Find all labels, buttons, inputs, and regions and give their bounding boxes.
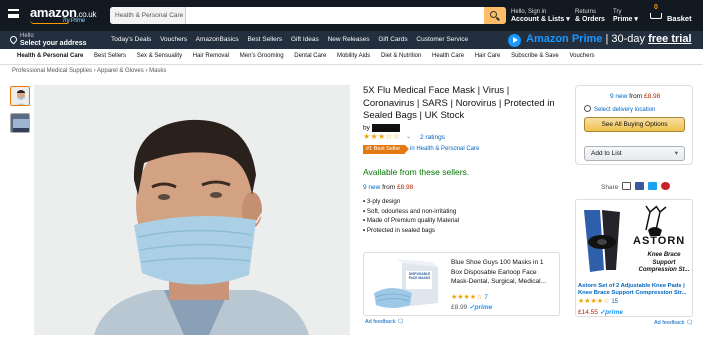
see-all-buying-options-button[interactable]: See All Buying Options (584, 117, 685, 132)
bullet-item: Soft, odourless and non-irritating (363, 207, 459, 217)
sponsored-product-image[interactable]: DISPOSABLE FACE MASKS (372, 259, 442, 311)
nav-link[interactable]: Best Sellers (247, 36, 282, 43)
thumbnail-image[interactable] (10, 86, 30, 106)
sponsored-star-rating[interactable]: ★★★★☆ 7 (451, 293, 488, 301)
nav-link[interactable]: Today's Deals (111, 36, 151, 43)
delivery-location-link[interactable]: Select delivery location (584, 105, 655, 113)
sponsored-price: £8.99 ✓prime (451, 304, 493, 311)
amazon-smile-icon (30, 20, 70, 24)
availability-link[interactable]: Available from these sellers. (363, 167, 469, 177)
category-link[interactable]: Vouchers (569, 53, 594, 59)
chevron-down-icon: ▾ (674, 150, 678, 157)
category-link[interactable]: Health & Personal Care (17, 53, 83, 59)
category-link[interactable]: Hair Removal (193, 53, 229, 59)
nav-links: Today's Deals Vouchers AmazonBasics Best… (111, 36, 475, 43)
man-wearing-mask-image (34, 85, 350, 335)
category-link[interactable]: Men's Grooming (240, 53, 284, 59)
email-icon[interactable] (622, 182, 632, 190)
ad-feedback-link[interactable]: Ad feedback 🗨 (365, 319, 404, 325)
nav-link[interactable]: Vouchers (160, 36, 187, 43)
ad-feedback-link[interactable]: Ad feedback 🗨 (654, 320, 693, 326)
buy-box: 9 new from £8.98 Select delivery locatio… (575, 85, 693, 165)
share-label: Share (601, 184, 619, 191)
cart-count: 0 (654, 4, 658, 11)
category-link[interactable]: Hair Care (475, 53, 501, 59)
twitter-icon[interactable] (647, 182, 657, 190)
ratings-link[interactable]: 2 ratings (420, 134, 445, 141)
account-lists[interactable]: Hello, Sign in Account & Lists ▾ (511, 8, 570, 24)
search-category-select[interactable]: Health & Personal Care ▾ (110, 7, 186, 24)
breadcrumb[interactable]: Professional Medical Supplies › Apparel … (12, 68, 166, 74)
search-icon (490, 11, 497, 18)
prime-trial-banner[interactable]: Amazon Prime | 30-day free trial (506, 31, 703, 49)
search-bar: Health & Personal Care ▾ (110, 7, 506, 24)
play-icon (508, 34, 521, 47)
sub-navbar: Hello Select your address Today's Deals … (0, 31, 703, 49)
nav-link[interactable]: New Releases (328, 36, 370, 43)
nav-link[interactable]: AmazonBasics (196, 36, 239, 43)
hamburger-menu-icon[interactable] (8, 9, 19, 18)
category-link[interactable]: Dental Care (294, 53, 326, 59)
new-offers[interactable]: 9 new from £8.98 (363, 184, 413, 191)
search-input[interactable] (188, 7, 480, 24)
nav-link[interactable]: Customer Service (416, 36, 468, 43)
nav-link[interactable]: Gift Cards (378, 36, 407, 43)
cart-icon[interactable]: 0 (648, 4, 664, 21)
mask-box-label: DISPOSABLE FACE MASKS (408, 272, 431, 280)
category-link[interactable]: Health Care (432, 53, 464, 59)
share-row: Share (601, 182, 670, 191)
best-seller-badge[interactable]: #1 Best Seller (363, 145, 410, 154)
bullet-item: 3-ply design (363, 197, 459, 207)
category-link[interactable]: Mobility Aids (337, 53, 370, 59)
sponsored-product-title[interactable]: Blue Shoe Guys 100 Masks in 1 Box Dispos… (451, 258, 556, 287)
facebook-icon[interactable] (634, 182, 644, 190)
ad-price: £14.55 ✓prime (578, 309, 623, 316)
add-to-list-button[interactable]: Add to List ▾ (584, 146, 685, 161)
category-link[interactable]: Sex & Sensuality (137, 53, 182, 59)
category-link[interactable]: Subscribe & Save (511, 53, 559, 59)
product-title: 5X Flu Medical Face Mask | Virus | Coron… (363, 85, 555, 121)
top-navbar: amazon.co.uk Try Prime Health & Personal… (0, 0, 703, 31)
byline: by (363, 124, 400, 132)
ad-tagline: Knee Brace Support Compression St... (638, 252, 690, 273)
brand-redacted (371, 124, 400, 132)
category-link[interactable]: Best Sellers (94, 53, 126, 59)
bullet-item: Made of Premium quality Material (363, 216, 459, 226)
sponsored-product[interactable]: DISPOSABLE FACE MASKS Blue Shoe Guys 100… (363, 252, 560, 316)
ad-brand-name: ASTORN (633, 235, 686, 247)
thumbnail-image[interactable] (10, 113, 30, 133)
best-seller-category[interactable]: in Health & Personal Care (410, 146, 479, 152)
delivery-address[interactable]: Hello Select your address (8, 33, 87, 47)
category-link[interactable]: Diet & Nutrition (381, 53, 421, 59)
ad-feedback-icon: 🗨 (397, 319, 405, 325)
search-button[interactable] (484, 7, 506, 24)
pinterest-icon[interactable] (660, 182, 670, 190)
ad-star-rating[interactable]: ★★★★☆ 15 (578, 297, 618, 305)
amazon-logo[interactable]: amazon.co.uk Try Prime (30, 5, 96, 24)
feature-bullets: 3-ply design Soft, odourless and non-irr… (363, 197, 459, 235)
bullet-item: Protected in sealed bags (363, 226, 459, 236)
chevron-down-icon[interactable]: ⌄ (406, 133, 411, 140)
returns-orders[interactable]: Returns & Orders (575, 8, 605, 24)
category-nav: Health & Personal Care Best Sellers Sex … (0, 49, 703, 65)
try-prime[interactable]: Try Prime ▾ (613, 8, 638, 24)
nav-link[interactable]: Gift Ideas (291, 36, 319, 43)
ad-product-link[interactable]: Astorn Set of 2 Adjustable Knee Pads | K… (578, 283, 692, 297)
star-rating[interactable]: ★★★☆☆ (363, 132, 400, 141)
sidebar-ad[interactable]: ASTORN Knee Brace Support Compression St… (575, 199, 693, 317)
product-main-image[interactable] (34, 85, 350, 335)
ad-feedback-icon: 🗨 (686, 320, 694, 326)
cart-label[interactable]: Basket (667, 14, 692, 23)
buybox-new-offers[interactable]: 9 new from £8.98 (610, 93, 660, 100)
